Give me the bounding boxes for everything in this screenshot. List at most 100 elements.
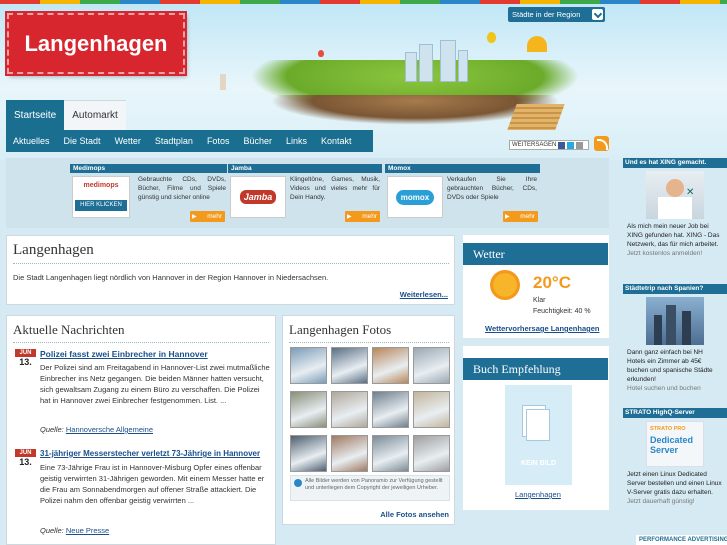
ad-strip: Medimops medimops HIER KLICKEN Gebraucht… (6, 158, 609, 228)
weather-condition: Klar (533, 297, 546, 304)
sidebar-ad-title: Städtetrip nach Spanien? (623, 284, 727, 294)
sidebar-ad-strato[interactable]: STRATO HighQ-Server STRATO PRO Dedicated… (623, 408, 727, 533)
ad-momox[interactable]: Momox momox Verkaufen Sie Ihre gebraucht… (385, 164, 540, 224)
weiterlesen-link[interactable]: Weiterlesen... (400, 290, 448, 299)
photo-thumbnail[interactable] (372, 435, 409, 472)
share-label: WEITERSAGEN (512, 142, 557, 148)
more-label: mehr (520, 213, 535, 220)
momox-logo[interactable]: momox (387, 176, 443, 218)
sidebar-ad-xing[interactable]: Und es hat XING gemacht. ✕ Als mich mein… (623, 158, 727, 278)
building-illustration (666, 305, 676, 345)
performance-advertising-badge[interactable]: PERFORMANCE ADVERTISING (636, 535, 727, 545)
nav-item-aktuelles[interactable]: Aktuelles (6, 136, 57, 146)
momox-logo-text: momox (395, 189, 435, 205)
photo-thumbnail[interactable] (290, 347, 327, 384)
nav-item-links[interactable]: Links (279, 136, 314, 146)
intro-text: Die Stadt Langenhagen liegt nördlich von… (13, 273, 329, 282)
site-logo[interactable]: Langenhagen (5, 11, 187, 76)
jamba-logo[interactable]: Jamba (230, 176, 286, 218)
news-source-link[interactable]: Hannoversche Allgemeine (66, 425, 153, 434)
photo-thumbnail[interactable] (372, 391, 409, 428)
sidebar-ad-title: STRATO HighQ-Server (623, 408, 727, 418)
photo-thumbnail[interactable] (331, 391, 368, 428)
weather-title: Wetter (463, 243, 608, 265)
photo-thumbnail[interactable] (413, 347, 450, 384)
news-month: JUN (15, 349, 36, 357)
news-date: JUN 13. (15, 449, 36, 467)
photo-thumbnail[interactable] (413, 435, 450, 472)
person-illustration (666, 179, 684, 197)
ad-medimops[interactable]: Medimops medimops HIER KLICKEN Gebraucht… (70, 164, 227, 224)
news-day: 13. (19, 357, 32, 367)
share-button[interactable]: WEITERSAGEN (509, 140, 589, 150)
book-link[interactable]: Langenhagen (515, 490, 561, 499)
ad-text: Verkaufen Sie Ihre gebrauchten Bücher, C… (447, 176, 537, 201)
news-source: Quelle: Hannoversche Allgemeine (40, 425, 153, 434)
sidebar-ad-nh[interactable]: Städtetrip nach Spanien? Dann ganz einfa… (623, 284, 727, 402)
hier-klicken-button[interactable]: HIER KLICKEN (75, 200, 127, 211)
photo-notice: Alle Bilder werden von Panoramio zur Ver… (290, 475, 450, 501)
news-headline[interactable]: Polizei fasst zwei Einbrecher in Hannove… (40, 349, 208, 359)
news-date: JUN 13. (15, 349, 36, 367)
jamba-logo-text: Jamba (239, 190, 277, 204)
source-label: Quelle: (40, 425, 64, 434)
building-illustration (458, 50, 468, 82)
all-photos-link[interactable]: Alle Fotos ansehen (380, 510, 449, 519)
photo-thumbnail[interactable] (413, 391, 450, 428)
news-source-link[interactable]: Neue Presse (66, 526, 109, 535)
news-headline[interactable]: 31-jähriger Messerstecher verletzt 73-Jä… (40, 449, 260, 458)
sidebar-ad-text: Als mich mein neuer Job bei XING gefunde… (627, 223, 720, 248)
tab-automarkt[interactable]: Automarkt (64, 100, 126, 130)
weather-forecast-link[interactable]: Wettervorhersage Langenhagen (485, 324, 599, 333)
rss-icon[interactable] (594, 136, 609, 151)
more-button[interactable]: mehr (190, 211, 225, 222)
source-label: Quelle: (40, 526, 64, 535)
nav-item-kontakt[interactable]: Kontakt (314, 136, 359, 146)
more-button[interactable]: mehr (345, 211, 380, 222)
twitter-icon (567, 141, 575, 149)
nav-item-stadtplan[interactable]: Stadtplan (148, 136, 200, 146)
nav-item-fotos[interactable]: Fotos (200, 136, 237, 146)
book-cover-placeholder[interactable]: KEIN BILD (505, 385, 572, 485)
main-tabs: Startseite Automarkt (6, 100, 126, 130)
building-illustration (654, 315, 662, 345)
sidebar-ad-text: Jetzt einen Linux Dedicated Server beste… (627, 471, 722, 496)
ad-text: Klingeltöne, Games, Musik, Videos und vi… (290, 176, 380, 201)
news-day: 13. (19, 457, 32, 467)
book-panel: Buch Empfehlung KEIN BILD Langenhagen (463, 346, 609, 510)
facebook-icon (558, 141, 566, 149)
xing-icon: ✕ (686, 187, 695, 198)
windmill-illustration (220, 74, 226, 90)
photo-thumbnail[interactable] (290, 435, 327, 472)
nav-item-wetter[interactable]: Wetter (108, 136, 148, 146)
xing-ad-image: ✕ (646, 171, 704, 219)
strato-ad-image: STRATO PRO Dedicated Server (646, 421, 704, 467)
news-body: Eine 73-Jährige Frau ist in Hannover-Mis… (40, 463, 265, 505)
photo-thumbnail[interactable] (331, 347, 368, 384)
balloon-illustration (318, 50, 324, 57)
medimops-logo[interactable]: medimops HIER KLICKEN (72, 176, 130, 218)
ad-jamba[interactable]: Jamba Jamba Klingeltöne, Games, Musik, V… (228, 164, 382, 224)
sidebar-ad-sub: Jetzt kostenlos anmelden! (627, 250, 703, 257)
photo-grid (290, 347, 452, 472)
medimops-logo-text: medimops (83, 182, 119, 189)
nav-item-buecher[interactable]: Bücher (236, 136, 279, 146)
news-panel: Aktuelle Nachrichten JUN 13. Polizei fas… (6, 315, 276, 545)
logo-text: Langenhagen (24, 30, 168, 56)
building-illustration (440, 40, 456, 82)
photo-thumbnail[interactable] (372, 347, 409, 384)
main-nav: Aktuelles Die Stadt Wetter Stadtplan Fot… (6, 130, 373, 152)
more-button[interactable]: mehr (503, 211, 538, 222)
region-select[interactable]: Städte in der Region (508, 7, 605, 22)
photo-thumbnail[interactable] (331, 435, 368, 472)
tab-startseite[interactable]: Startseite (6, 100, 65, 130)
city-ad-image (646, 297, 704, 345)
pier-illustration (507, 104, 565, 130)
intro-panel: Langenhagen Die Stadt Langenhagen liegt … (6, 235, 455, 305)
intro-title: Langenhagen (13, 242, 449, 264)
weather-temp: 20°C (533, 273, 571, 292)
news-month: JUN (15, 449, 36, 457)
photo-thumbnail[interactable] (290, 391, 327, 428)
nav-item-die-stadt[interactable]: Die Stadt (57, 136, 108, 146)
news-body: Der Polizei sind am Freitagabend in Hann… (40, 363, 270, 405)
